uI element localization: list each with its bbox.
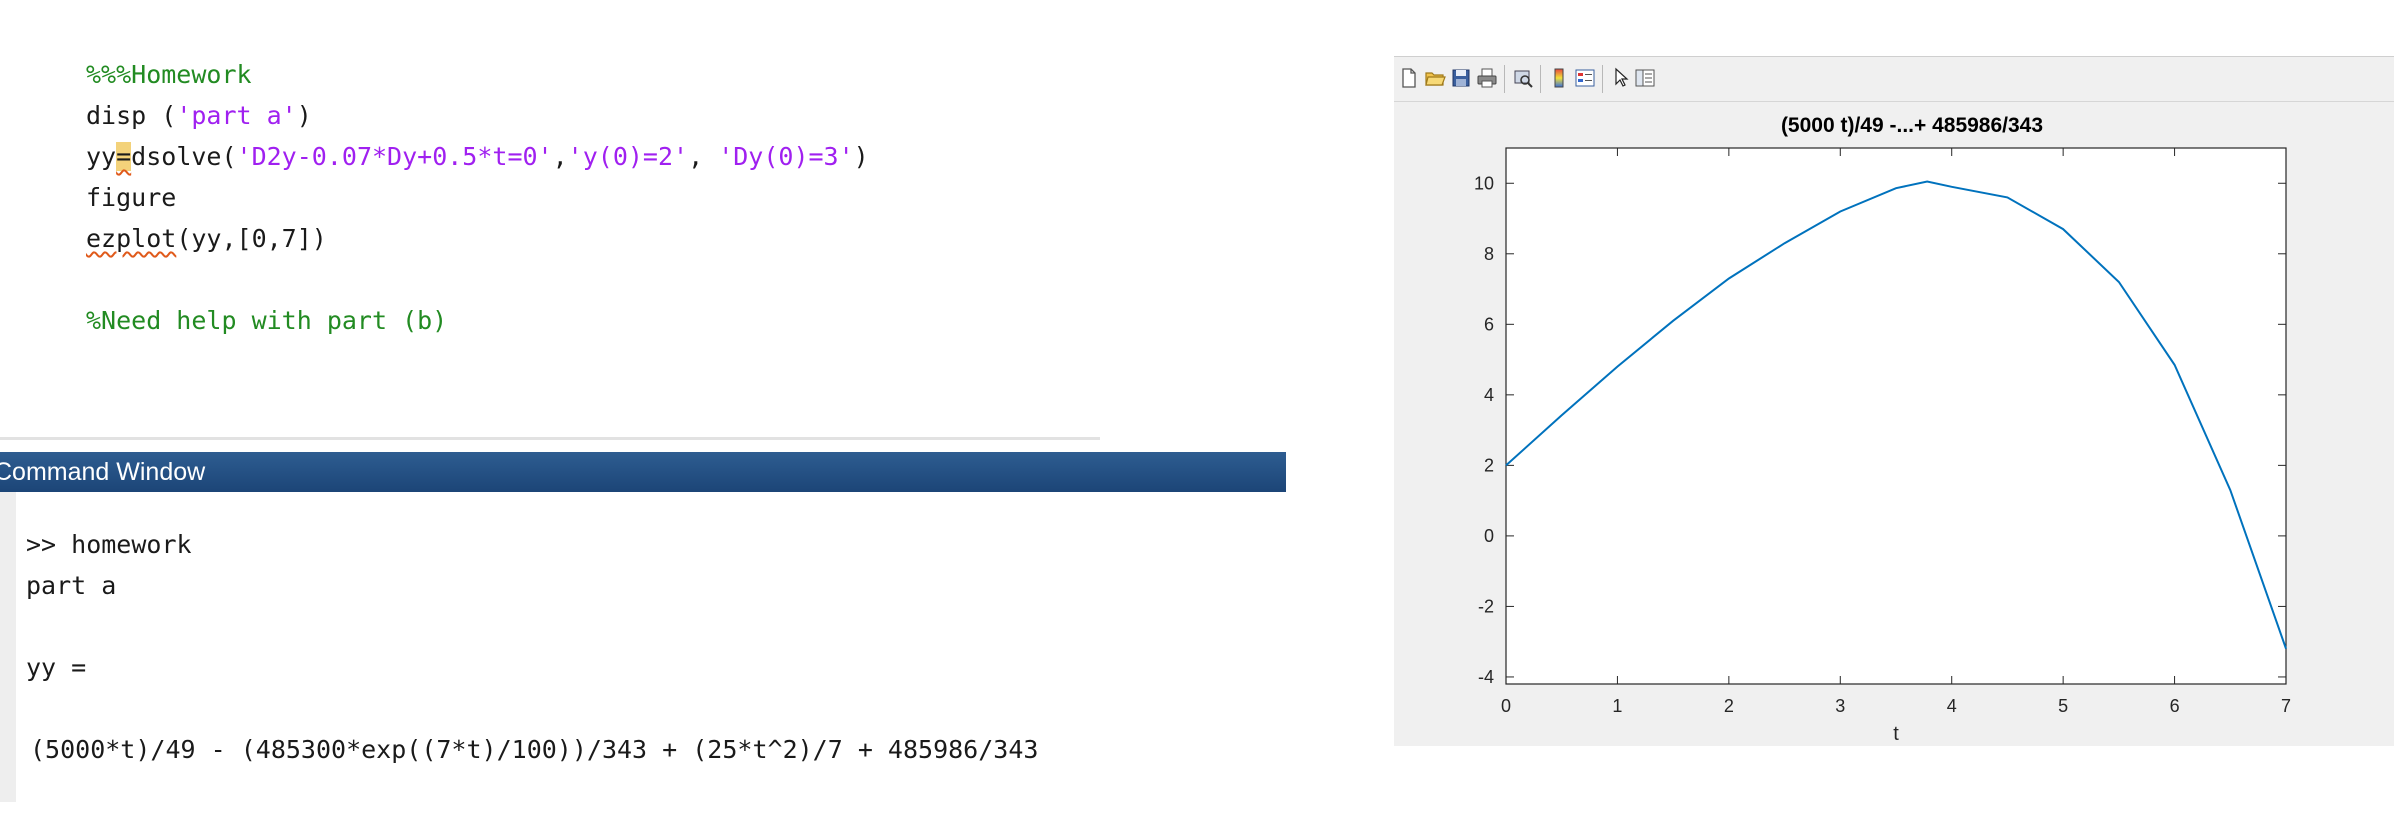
code-line-2[interactable]: disp ('part a'): [86, 101, 312, 130]
y-tick-label: 10: [1474, 173, 1494, 193]
plot-area[interactable]: (5000 t)/49 -...+ 485986/343 0 1 2 3 4 5 6 7 -4 -…: [1394, 102, 2394, 746]
code-line-4[interactable]: figure: [86, 183, 176, 212]
code-editor[interactable]: %%%Homework disp ('part a') yy=dsolve('D…: [0, 0, 1110, 440]
x-tick-label: 1: [1612, 696, 1622, 716]
code-line-6[interactable]: %Need help with part (b): [86, 306, 447, 335]
y-tick-label: 0: [1484, 526, 1494, 546]
toolbar-separator: [1602, 65, 1603, 93]
chart-title: (5000 t)/49 -...+ 485986/343: [1781, 114, 2043, 137]
figure-window[interactable]: (5000 t)/49 -...+ 485986/343 0 1 2 3 4 5 6 7 -4 -…: [1394, 56, 2394, 746]
figure-toolbar: [1394, 56, 2394, 102]
colorbar-icon[interactable]: [1548, 67, 1570, 89]
code-line-5[interactable]: ezplot(yy,[0,7]): [86, 224, 327, 253]
code-token: ): [853, 142, 869, 171]
text-cursor-highlight: =: [116, 142, 132, 171]
code-token: disp (: [86, 101, 177, 130]
y-tick-label: -4: [1478, 667, 1494, 687]
toolbar-separator: [1540, 65, 1541, 93]
command-window-title: Command Window: [0, 458, 206, 486]
code-string: 'part a': [176, 101, 297, 130]
code-string: 'y(0)=2': [567, 142, 689, 171]
x-tick-label: 2: [1724, 696, 1734, 716]
code-string: 'D2y-0.07*Dy+0.5*t=0': [236, 142, 553, 171]
command-prompt-line: >> homework: [26, 530, 192, 559]
code-token: (yy,[0,7]): [176, 224, 327, 253]
x-tick-label: 6: [2170, 696, 2180, 716]
open-folder-icon[interactable]: [1424, 67, 1446, 89]
code-token: yy: [86, 142, 117, 171]
x-tick-label: 0: [1501, 696, 1511, 716]
code-token-warning: ezplot: [86, 224, 177, 253]
code-line-1[interactable]: %%%Homework: [86, 60, 252, 89]
command-output-line: yy =: [26, 653, 87, 682]
property-editor-icon[interactable]: [1634, 67, 1656, 89]
y-tick-label: 6: [1484, 314, 1494, 334]
x-tick-label: 4: [1947, 696, 1957, 716]
print-icon[interactable]: [1476, 67, 1498, 89]
pointer-icon[interactable]: [1610, 67, 1632, 89]
legend-icon[interactable]: [1574, 67, 1596, 89]
y-tick-label: 4: [1484, 385, 1494, 405]
command-output-line: part a: [26, 571, 117, 600]
command-output-expression: (5000*t)/49 - (485300*exp((7*t)/100))/34…: [30, 735, 1039, 764]
print-preview-icon[interactable]: [1512, 67, 1534, 89]
code-token: ): [296, 101, 312, 130]
y-tick-label: 8: [1484, 244, 1494, 264]
x-tick-label: 7: [2281, 696, 2291, 716]
code-token: ,: [688, 142, 719, 171]
axes-box[interactable]: [1505, 147, 2287, 685]
x-tick-label: 5: [2058, 696, 2068, 716]
command-window-gutter: [0, 492, 16, 802]
x-tick-label: 3: [1835, 696, 1845, 716]
command-window-titlebar[interactable]: Command Window: [0, 452, 1286, 492]
x-axis-label: t: [1893, 723, 1899, 745]
code-token: ,: [552, 142, 568, 171]
code-line-3[interactable]: yy=dsolve('D2y-0.07*Dy+0.5*t=0','y(0)=2'…: [86, 142, 869, 171]
code-token: dsolve(: [131, 142, 237, 171]
new-file-icon[interactable]: [1398, 67, 1420, 89]
y-tick-label: -2: [1478, 596, 1494, 616]
code-string: 'Dy(0)=3': [718, 142, 854, 171]
toolbar-separator: [1504, 65, 1505, 93]
y-tick-label: 2: [1484, 455, 1494, 475]
save-icon[interactable]: [1450, 67, 1472, 89]
panel-divider[interactable]: [0, 437, 1100, 440]
